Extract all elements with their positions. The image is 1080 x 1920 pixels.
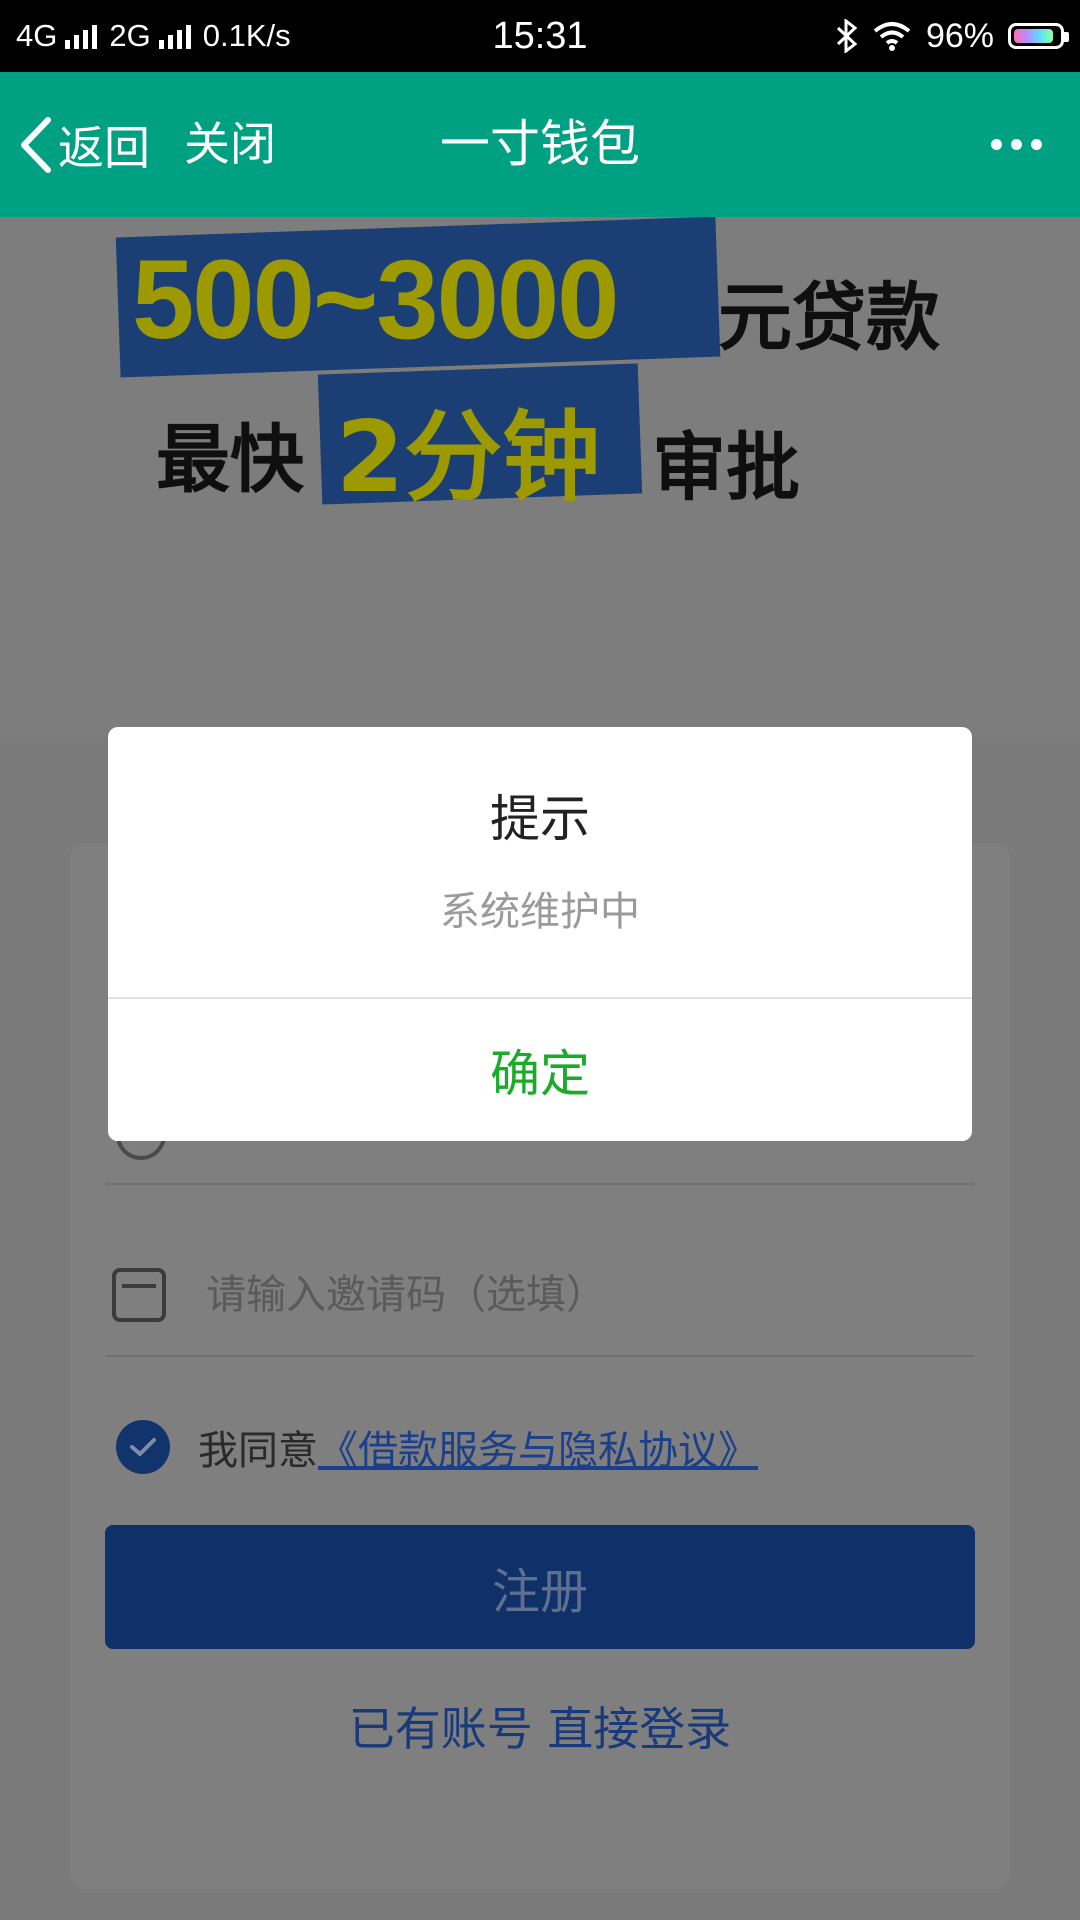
divider (106, 1355, 974, 1357)
slogan-fastest: 最快 (156, 417, 304, 503)
alert-dialog: 提示 系统维护中 确定 (108, 727, 972, 1141)
battery-icon (1008, 23, 1069, 49)
login-link[interactable]: 已有账号 直接登录 (0, 1693, 1080, 1759)
invite-code-input[interactable] (206, 1262, 966, 1328)
more-button[interactable] (991, 72, 1042, 217)
slogan-unit: 元贷款 (718, 275, 940, 361)
register-button[interactable]: 注册 (105, 1525, 975, 1649)
divider (106, 1183, 974, 1185)
dialog-message: 系统维护中 (440, 889, 640, 935)
slogan-approve: 审批 (652, 425, 800, 511)
battery-level: 96% (925, 16, 994, 55)
page-title: 一寸钱包 (440, 115, 640, 173)
agreement-link[interactable]: 《借款服务与隐私协议》 (318, 1428, 758, 1474)
slogan-duration: 2分钟 (336, 401, 601, 515)
slogan-amount: 500~3000 (132, 237, 619, 362)
agree-prefix: 我同意 (198, 1428, 318, 1474)
dialog-title: 提示 (490, 790, 590, 848)
title-bar: 返回 关闭 一寸钱包 (0, 72, 1080, 217)
agree-checkbox[interactable] (116, 1420, 170, 1474)
status-right: 96% (836, 0, 1069, 72)
wifi-icon (873, 22, 911, 51)
more-dots-icon (991, 139, 1002, 150)
bluetooth-icon (836, 19, 858, 53)
checkmark-icon (130, 1438, 156, 1456)
ticket-icon (112, 1268, 166, 1322)
confirm-button[interactable]: 确定 (108, 999, 972, 1141)
status-bar: 4G 2G 0.1K/s 15:31 96% (0, 0, 1080, 72)
agreement-text: 我同意《借款服务与隐私协议》 (198, 1418, 758, 1476)
